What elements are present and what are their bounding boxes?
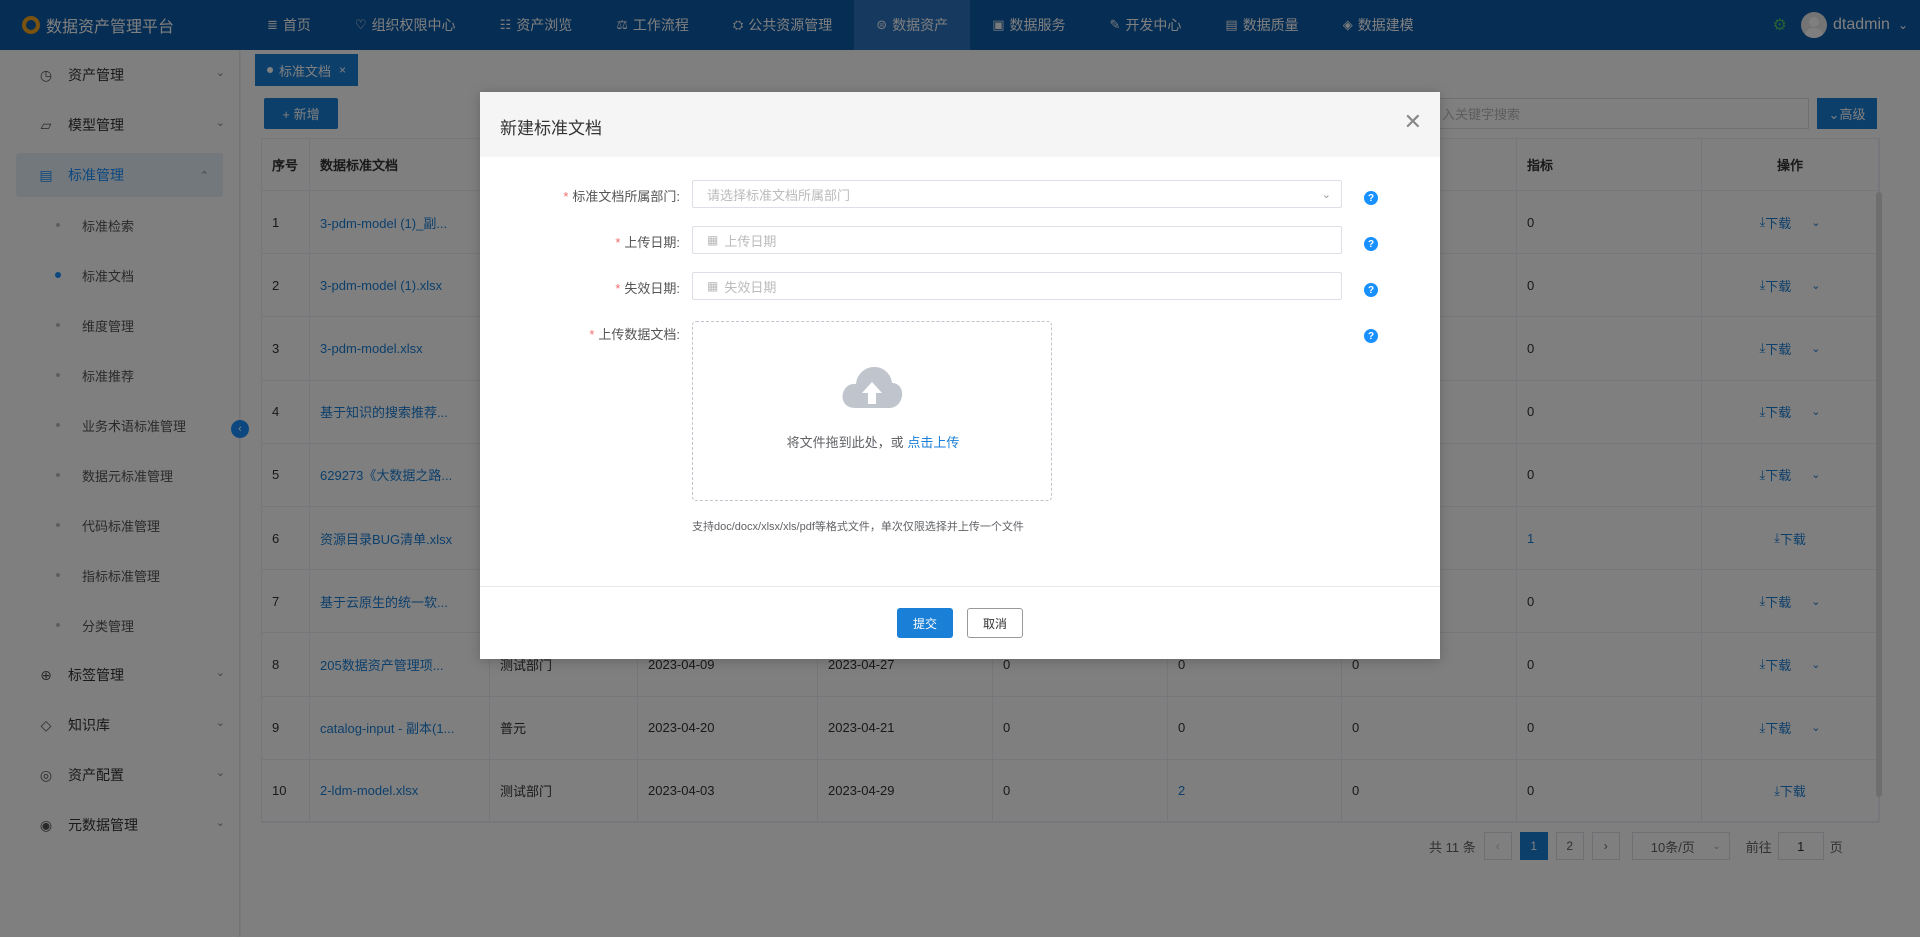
calendar-icon: ▦ bbox=[707, 233, 719, 247]
upload-date-placeholder: 上传日期 bbox=[724, 233, 777, 249]
cloud-upload-icon bbox=[842, 367, 903, 408]
dialog-divider bbox=[480, 586, 1440, 587]
expire-date-placeholder: 失效日期 bbox=[724, 279, 777, 295]
help-icon[interactable]: ? bbox=[1364, 237, 1378, 251]
help-icon[interactable]: ? bbox=[1364, 191, 1378, 205]
dept-placeholder: 请选择标准文档所属部门 bbox=[707, 187, 851, 203]
new-standard-doc-dialog: 新建标准文档 ✕ * 标准文档所属部门: 请选择标准文档所属部门 ⌄ ? * 上传日… bbox=[480, 92, 1440, 659]
upload-hint: 支持doc/docx/xlsx/xls/pdf等格式文件，单次仅限选择并上传一个… bbox=[692, 521, 1024, 533]
help-icon[interactable]: ? bbox=[1364, 329, 1378, 343]
cancel-button[interactable]: 取消 bbox=[967, 608, 1023, 638]
click-upload-link[interactable]: 点击上传 bbox=[907, 435, 959, 450]
calendar-icon: ▦ bbox=[707, 279, 719, 293]
chevron-down-icon: ⌄ bbox=[1321, 188, 1331, 201]
dept-select[interactable]: 请选择标准文档所属部门 ⌄ bbox=[692, 180, 1342, 208]
upload-text: 将文件拖到此处，或 点击上传 bbox=[786, 435, 960, 450]
upload-dropzone[interactable]: 将文件拖到此处，或 点击上传 bbox=[692, 321, 1052, 501]
dialog-header: 新建标准文档 ✕ bbox=[480, 92, 1440, 157]
close-icon[interactable]: ✕ bbox=[1404, 109, 1422, 135]
expire-date-picker[interactable]: ▦ 失效日期 bbox=[692, 272, 1342, 300]
expire-date-label: * 失效日期: bbox=[615, 281, 680, 296]
submit-button[interactable]: 提交 bbox=[897, 608, 953, 638]
dialog-title: 新建标准文档 bbox=[500, 119, 602, 138]
help-icon[interactable]: ? bbox=[1364, 283, 1378, 297]
upload-date-label: * 上传日期: bbox=[615, 235, 680, 250]
file-label: * 上传数据文档: bbox=[589, 327, 680, 342]
dept-label: * 标准文档所属部门: bbox=[563, 189, 680, 204]
upload-date-picker[interactable]: ▦ 上传日期 bbox=[692, 226, 1342, 254]
